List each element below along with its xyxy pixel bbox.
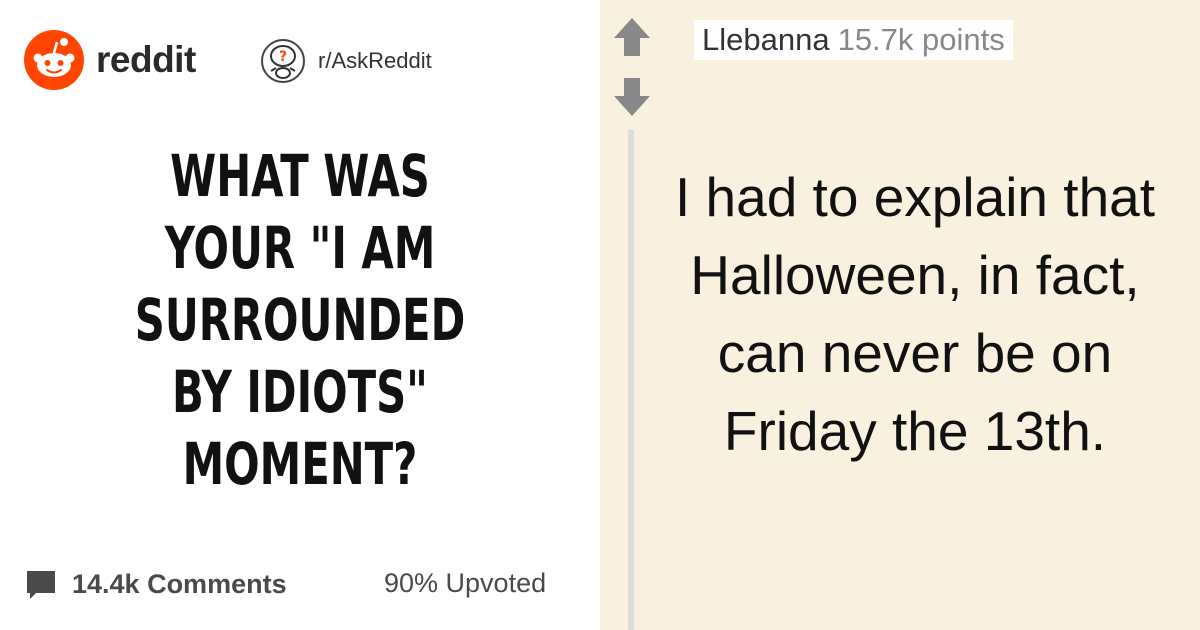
post-card: reddit ? r/AskReddit WHAT WAS YOUR "I AM… — [0, 0, 600, 630]
subreddit-name[interactable]: r/AskReddit — [318, 48, 432, 74]
post-title[interactable]: WHAT WAS YOUR "I AM SURROUNDED BY IDIOTS… — [113, 140, 487, 500]
reddit-logo-icon[interactable] — [24, 30, 84, 90]
arrow-down-icon[interactable] — [612, 76, 652, 118]
brand-wordmark: reddit — [96, 39, 196, 80]
askreddit-icon[interactable]: ? — [260, 38, 306, 84]
svg-text:?: ? — [279, 49, 287, 65]
upvote-ratio: 90% Upvoted — [384, 568, 547, 598]
comment-body: I had to explain that Halloween, in fact… — [674, 166, 1156, 462]
comment-points: 15.7k points — [837, 22, 1005, 57]
comment-author[interactable]: Llebanna — [702, 22, 830, 57]
arrow-up-icon[interactable] — [612, 16, 652, 58]
comments-count[interactable]: 14.4k Comments — [72, 568, 287, 600]
thread-line[interactable] — [628, 130, 634, 630]
comments-icon[interactable] — [24, 568, 58, 602]
comment-meta: Llebanna 15.7k points — [694, 20, 1013, 60]
